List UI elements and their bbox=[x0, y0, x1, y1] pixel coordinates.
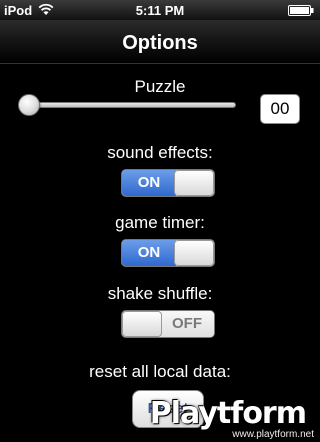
game-timer-label: game timer: bbox=[115, 213, 205, 232]
battery-icon bbox=[288, 5, 314, 16]
shake-shuffle-label: shake shuffle: bbox=[107, 284, 213, 303]
toggle-on-label: ON bbox=[122, 170, 176, 196]
navigation-bar: Options bbox=[0, 20, 320, 64]
game-timer-toggle[interactable]: ON bbox=[121, 239, 215, 267]
toggle-on-label: ON bbox=[122, 240, 176, 266]
toggle-knob[interactable] bbox=[174, 170, 214, 196]
reset-label: reset all local data: bbox=[89, 362, 231, 381]
sound-effects-label: sound effects: bbox=[107, 143, 213, 162]
toggle-off-label: OFF bbox=[160, 311, 214, 337]
sound-effects-toggle[interactable]: ON bbox=[121, 169, 215, 197]
shake-shuffle-toggle[interactable]: OFF bbox=[121, 310, 215, 338]
watermark-url: www.playtform.net bbox=[232, 429, 314, 440]
page-title: Options bbox=[122, 32, 198, 54]
puzzle-value-field[interactable]: 00 bbox=[260, 94, 300, 124]
watermark: Playtform www.playtform.net bbox=[150, 392, 320, 442]
watermark-logo: Playtform bbox=[149, 396, 307, 431]
status-bar: iPod 5:11 PM bbox=[0, 0, 320, 20]
puzzle-slider-thumb[interactable] bbox=[18, 94, 40, 116]
toggle-knob[interactable] bbox=[174, 240, 214, 266]
toggle-knob[interactable] bbox=[122, 311, 162, 337]
puzzle-slider-track[interactable] bbox=[24, 102, 236, 108]
status-time: 5:11 PM bbox=[135, 3, 185, 18]
